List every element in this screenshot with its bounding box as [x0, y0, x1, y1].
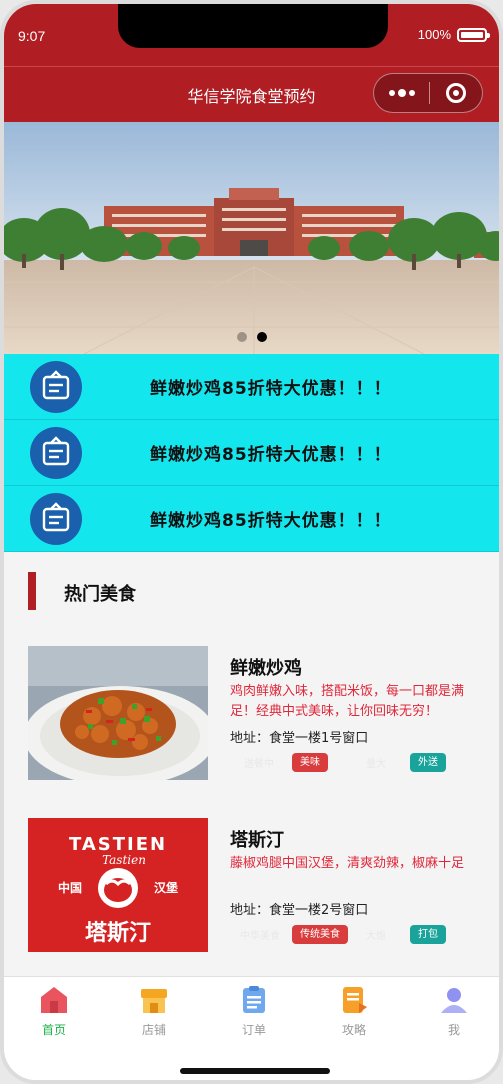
- food-description: 鸡肉鲜嫩入味，搭配米饭，每一口都是满足！经典中式美味，让你回味无穷！: [230, 684, 465, 719]
- notice-text: 鲜嫩炒鸡85折特大优惠！！！: [150, 511, 392, 531]
- food-image: [28, 646, 208, 780]
- mini-program-capsule: [373, 73, 483, 113]
- clipboard-icon: [30, 493, 82, 545]
- tag-badge: 打包: [410, 925, 446, 944]
- tag-badge: 美味: [292, 753, 328, 772]
- more-dots-icon[interactable]: [374, 89, 429, 97]
- tag-faded: 中华美食: [240, 931, 280, 942]
- status-bar: 9:07 100%: [4, 4, 499, 66]
- nav-bar: 华信学院食堂预约: [4, 66, 499, 122]
- notice-item[interactable]: 鲜嫩炒鸡85折特大优惠！！！: [4, 420, 499, 486]
- notice-list: 鲜嫩炒鸡85折特大优惠！！！ 鲜嫩炒鸡85折特大优惠！！！ 鲜嫩炒鸡85折特大优…: [4, 354, 499, 552]
- food-card[interactable]: 鲜嫩炒鸡 鸡肉鲜嫩入味，搭配米饭，每一口都是满足！经典中式美味，让你回味无穷！ …: [4, 646, 499, 816]
- logo-english: TASTIEN: [69, 834, 167, 855]
- logo-right: 汉堡: [154, 880, 178, 895]
- food-tags: 中华美食 传统美食 大饱 打包: [230, 925, 470, 945]
- food-name: 塔斯汀: [230, 830, 284, 851]
- tag-badge: 外送: [410, 753, 446, 772]
- tag-badge: 传统美食: [292, 925, 348, 944]
- food-address: 地址：食堂一楼1号窗口: [230, 731, 369, 746]
- target-circle-icon[interactable]: [430, 83, 482, 103]
- campus-building-image: [4, 122, 499, 354]
- tab-orders[interactable]: 订单: [214, 985, 294, 1038]
- tab-label: 店铺: [141, 1023, 166, 1037]
- shop-icon: [141, 989, 167, 1013]
- logo-chinese: 塔斯汀: [85, 920, 151, 946]
- clipboard-icon: [30, 361, 82, 413]
- carousel-dot-active[interactable]: [256, 332, 267, 342]
- logo-script: Tastien: [102, 853, 146, 867]
- section-title: 热门美食: [64, 584, 136, 605]
- clipboard-icon: [30, 427, 82, 479]
- camera-notch: [118, 4, 388, 48]
- battery-indicator: 100%: [417, 27, 490, 42]
- banner-carousel[interactable]: [4, 122, 499, 354]
- carousel-dot[interactable]: [236, 332, 247, 342]
- food-tags: 送餐中 美味 量大 外送: [230, 753, 470, 773]
- notice-text: 鲜嫩炒鸡85折特大优惠！！！: [150, 379, 392, 399]
- tab-label: 我: [447, 1023, 460, 1037]
- tab-shop[interactable]: 店铺: [114, 985, 194, 1038]
- tab-label: 订单: [241, 1023, 266, 1037]
- notice-item[interactable]: 鲜嫩炒鸡85折特大优惠！！！: [4, 486, 499, 552]
- tab-home[interactable]: 首页: [14, 985, 94, 1038]
- status-time: 9:07: [18, 28, 46, 44]
- food-description: 藤椒鸡腿中国汉堡，清爽劲辣，椒麻十足: [230, 856, 465, 871]
- food-address: 地址：食堂一楼2号窗口: [230, 903, 369, 918]
- tab-label: 攻略: [341, 1023, 366, 1037]
- tab-profile[interactable]: 我: [414, 985, 494, 1038]
- home-indicator: [180, 1068, 330, 1074]
- tag-faded: 送餐中: [244, 759, 274, 770]
- food-logo-image: TASTIEN Tastien 中国 汉堡 塔斯汀: [28, 818, 208, 952]
- guide-icon: [343, 987, 367, 1013]
- tab-guide[interactable]: 攻略: [314, 985, 394, 1038]
- hot-food-header: 热门美食: [4, 552, 499, 628]
- tag-faded: 大饱: [366, 931, 386, 942]
- bottom-tab-bar: 首页 店铺 订单 攻略 我: [4, 976, 499, 1080]
- tab-label: 首页: [41, 1023, 66, 1037]
- section-accent-bar: [28, 572, 36, 610]
- home-icon: [41, 987, 67, 1013]
- phone-screen: 9:07 100% 华信学院食堂预约 鲜嫩炒鸡85折特大优惠！！！ 鲜嫩炒鸡85…: [0, 0, 503, 1084]
- food-card[interactable]: TASTIEN Tastien 中国 汉堡 塔斯汀 塔斯汀 藤椒鸡腿中国汉堡，清…: [4, 818, 499, 988]
- notice-item[interactable]: 鲜嫩炒鸡85折特大优惠！！！: [4, 354, 499, 420]
- battery-percent: 100%: [417, 27, 451, 42]
- food-name: 鲜嫩炒鸡: [230, 658, 302, 679]
- order-icon: [243, 986, 265, 1013]
- battery-icon: [457, 27, 490, 42]
- notice-text: 鲜嫩炒鸡85折特大优惠！！！: [150, 445, 392, 465]
- carousel-dots: [4, 332, 499, 342]
- logo-left: 中国: [58, 880, 82, 895]
- tag-faded: 量大: [366, 759, 386, 770]
- profile-icon: [441, 988, 467, 1013]
